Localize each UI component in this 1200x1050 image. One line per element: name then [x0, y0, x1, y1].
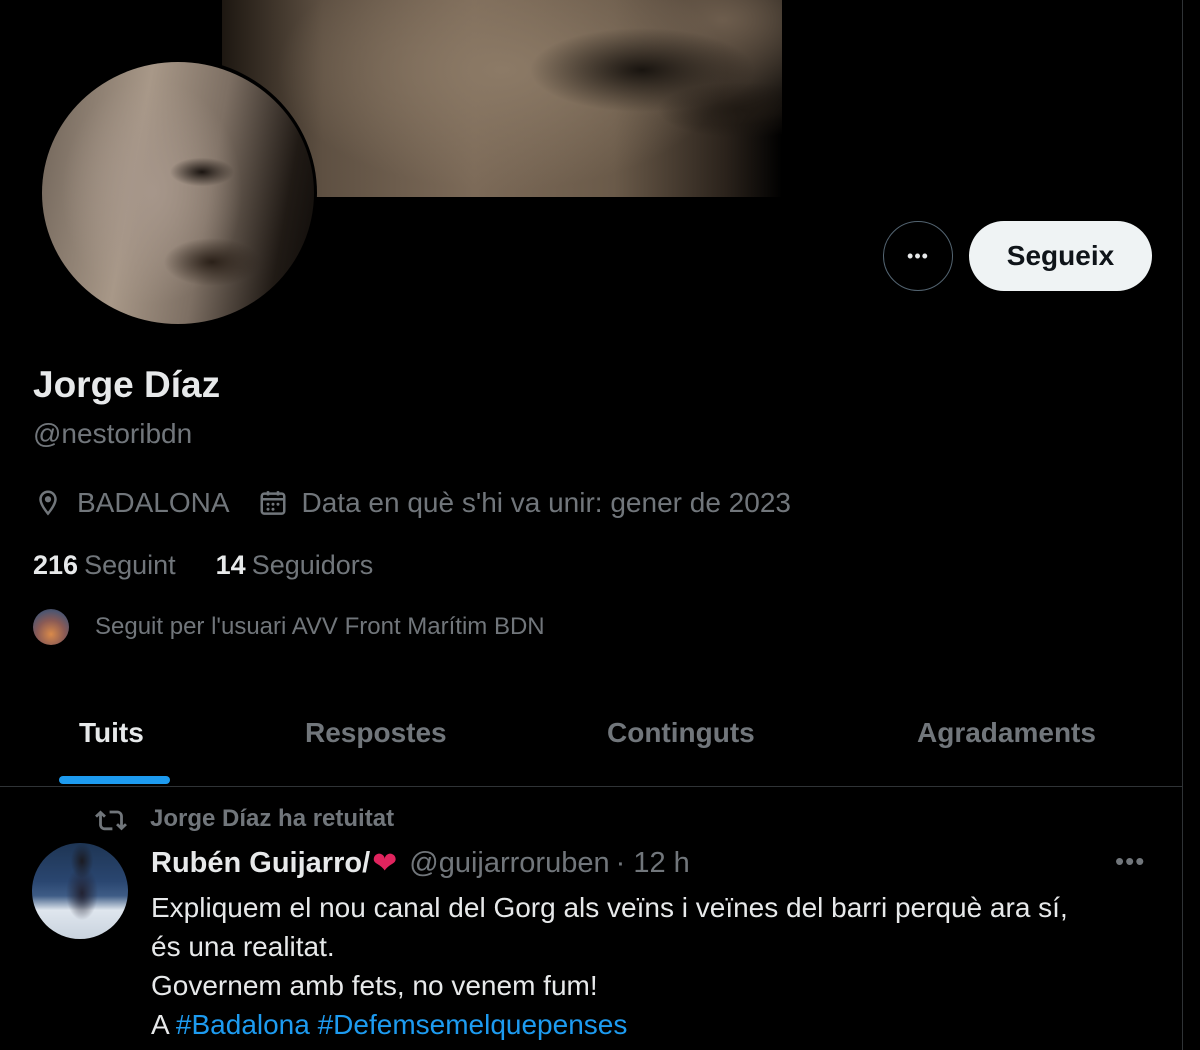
followers-label: Seguidors: [251, 550, 374, 580]
tweet-line: Expliquem el nou canal del Gorg als veïn…: [151, 892, 1068, 923]
tweet-line: Governem amb fets, no venem fum!: [151, 970, 598, 1001]
profile-tabs: Tuits Respostes Continguts Agradaments: [0, 690, 1182, 787]
tweet-line-prefix: A: [151, 1009, 176, 1040]
retweet-context[interactable]: Jorge Díaz ha retuitat: [94, 804, 394, 834]
tweet-time[interactable]: · 12 h: [616, 847, 690, 880]
tweet-author-avatar[interactable]: [32, 843, 128, 939]
follower-avatar: [33, 609, 69, 645]
location-pin-icon: [33, 485, 65, 521]
following-label: Seguint: [84, 550, 176, 580]
profile-avatar[interactable]: [42, 62, 314, 324]
follow-stats: 216 Seguint 14 Seguidors: [33, 550, 413, 581]
location-text: BADALONA: [77, 487, 230, 518]
following-count: 216: [33, 550, 79, 580]
profile-page: ••• Segueix Jorge Díaz @nestoribdn BADAL…: [0, 0, 1183, 1050]
tab-continguts[interactable]: Continguts: [607, 717, 755, 749]
calendar-icon: [258, 485, 290, 521]
active-tab-indicator: [59, 776, 170, 784]
followed-by-text: Seguit per l'usuari AVV Front Marítim BD…: [95, 613, 545, 640]
tweet-text: Expliquem el nou canal del Gorg als veïn…: [151, 888, 1161, 1044]
joined-text: Data en què s'hi va unir: gener de 2023: [301, 487, 791, 518]
tab-tuits[interactable]: Tuits: [79, 717, 144, 749]
following-link[interactable]: 216 Seguint: [33, 550, 176, 581]
tweet-author-handle[interactable]: @guijarroruben: [409, 847, 609, 880]
tab-agradaments[interactable]: Agradaments: [917, 717, 1096, 749]
followed-by-link[interactable]: Seguit per l'usuari AVV Front Marítim BD…: [33, 609, 545, 645]
more-options-button[interactable]: •••: [883, 221, 953, 291]
tab-respostes[interactable]: Respostes: [305, 717, 447, 749]
profile-handle: @nestoribdn: [33, 418, 193, 449]
followers-link[interactable]: 14 Seguidors: [216, 550, 374, 581]
tweet-more-options-icon[interactable]: •••: [1115, 846, 1145, 877]
profile-meta: BADALONA Data en què s'hi va unir: gener…: [33, 485, 791, 521]
tweet-line-hashtags: A #Badalona #Defemsemelquepenses: [151, 1005, 1161, 1044]
profile-name: Jorge Díaz: [33, 364, 221, 405]
retweet-icon: [94, 804, 128, 834]
tweet-author-name[interactable]: Rubén Guijarro/: [151, 847, 370, 880]
hashtag-link[interactable]: #Badalona: [176, 1009, 310, 1040]
tweet-header: Rubén Guijarro/ ❤ @guijarroruben · 12 h: [151, 846, 690, 881]
followers-count: 14: [215, 550, 246, 580]
more-options-icon: •••: [907, 246, 929, 266]
heart-emoji-icon: ❤: [372, 847, 398, 880]
retweet-label: Jorge Díaz ha retuitat: [150, 805, 395, 832]
tweet-line: és una realitat.: [151, 931, 335, 962]
follow-button[interactable]: Segueix: [969, 221, 1152, 291]
hashtag-link[interactable]: #Defemsemelquepenses: [318, 1009, 628, 1040]
